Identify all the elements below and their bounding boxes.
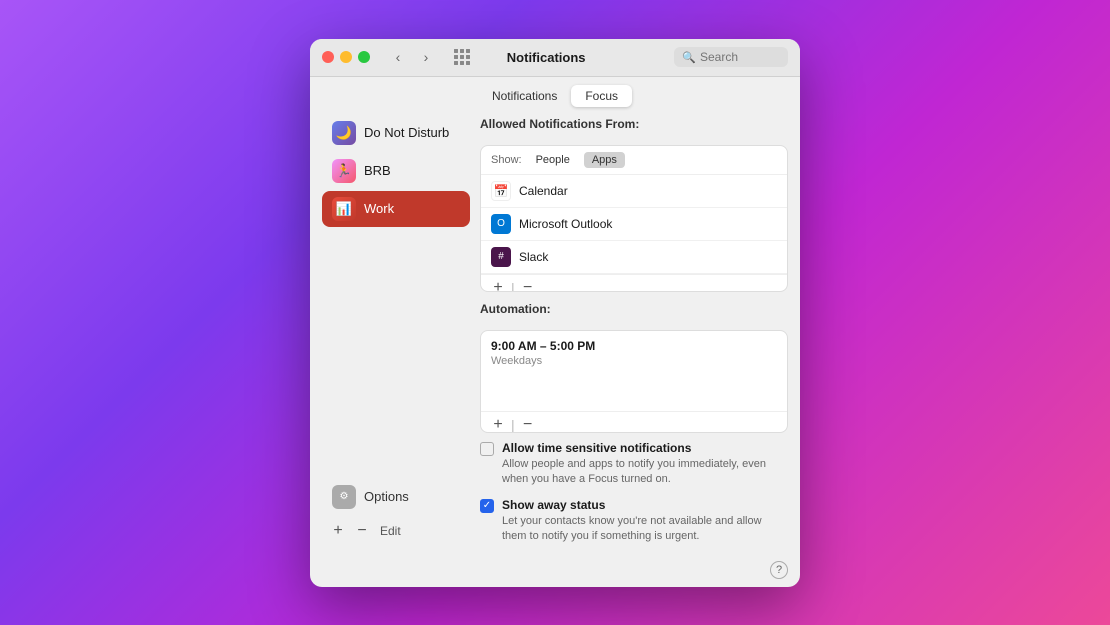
- allowed-title: Allowed Notifications From:: [480, 117, 639, 131]
- forward-button[interactable]: ›: [414, 45, 438, 69]
- help-button[interactable]: ?: [770, 561, 788, 579]
- checkbox-section: Allow time sensitive notifications Allow…: [480, 441, 788, 545]
- minimize-button[interactable]: [340, 51, 352, 63]
- time-sensitive-checkbox[interactable]: [480, 442, 494, 456]
- app-item-outlook: O Microsoft Outlook: [481, 208, 787, 241]
- right-panel: Allowed Notifications From: Show: People…: [480, 115, 788, 545]
- show-tab-people[interactable]: People: [528, 152, 578, 168]
- show-tab-apps[interactable]: Apps: [584, 152, 625, 168]
- automation-section: 9:00 AM – 5:00 PM Weekdays + | −: [480, 330, 788, 433]
- allowed-section: Show: People Apps 📅 Calendar O Microsoft…: [480, 145, 788, 293]
- sidebar-item-dnd-label: Do Not Disturb: [364, 125, 449, 140]
- work-icon: 📊: [332, 197, 356, 221]
- sidebar: 🌙 Do Not Disturb 🏃 BRB 📊 Work ⚙ Options …: [322, 115, 470, 545]
- back-button[interactable]: ‹: [386, 45, 410, 69]
- search-icon: 🔍: [682, 51, 696, 64]
- outlook-icon: O: [491, 214, 511, 234]
- show-bar: Show: People Apps: [481, 146, 787, 175]
- automation-header: Automation:: [480, 300, 788, 322]
- automation-title: Automation:: [480, 302, 551, 316]
- options-label: Options: [364, 489, 409, 504]
- traffic-lights: [322, 51, 370, 63]
- show-away-desc: Let your contacts know you're not availa…: [502, 514, 788, 545]
- window-title: Notifications: [486, 50, 606, 65]
- help-area: ?: [310, 557, 800, 587]
- allowed-header: Allowed Notifications From:: [480, 115, 788, 137]
- time-sensitive-text: Allow time sensitive notifications Allow…: [502, 441, 788, 488]
- sidebar-item-do-not-disturb[interactable]: 🌙 Do Not Disturb: [322, 115, 470, 151]
- automation-actions: + | −: [481, 411, 787, 433]
- list-divider: |: [511, 280, 515, 293]
- remove-automation-button[interactable]: −: [519, 416, 537, 433]
- show-away-text: Show away status Let your contacts know …: [502, 498, 788, 545]
- time-sensitive-title: Allow time sensitive notifications: [502, 441, 788, 455]
- show-label: Show:: [491, 154, 522, 166]
- remove-item-button[interactable]: −: [352, 521, 372, 541]
- search-input[interactable]: [700, 50, 780, 64]
- app-item-calendar: 📅 Calendar: [481, 175, 787, 208]
- dnd-icon: 🌙: [332, 121, 356, 145]
- titlebar: ‹ › Notifications 🔍: [310, 39, 800, 77]
- tab-bar: Notifications Focus: [310, 77, 800, 115]
- automation-divider: |: [511, 417, 515, 433]
- app-item-slack: # Slack: [481, 241, 787, 274]
- show-away-checkbox[interactable]: ✓: [480, 499, 494, 513]
- sidebar-item-brb-label: BRB: [364, 163, 391, 178]
- app-name-slack: Slack: [519, 250, 548, 264]
- main-window: ‹ › Notifications 🔍 Notifications Focus …: [310, 39, 800, 587]
- tab-notifications[interactable]: Notifications: [478, 85, 571, 107]
- sidebar-options[interactable]: ⚙ Options: [322, 479, 470, 515]
- nav-buttons: ‹ ›: [386, 45, 438, 69]
- time-sensitive-desc: Allow people and apps to notify you imme…: [502, 457, 788, 488]
- search-bar[interactable]: 🔍: [674, 47, 788, 67]
- automation-item[interactable]: 9:00 AM – 5:00 PM Weekdays: [481, 331, 787, 411]
- remove-app-button[interactable]: −: [519, 279, 537, 293]
- calendar-icon: 📅: [491, 181, 511, 201]
- options-icon: ⚙: [332, 485, 356, 509]
- checkbox-row-show-away: ✓ Show away status Let your contacts kno…: [480, 498, 788, 545]
- add-app-button[interactable]: +: [489, 279, 507, 293]
- add-item-button[interactable]: +: [328, 521, 348, 541]
- add-automation-button[interactable]: +: [489, 416, 507, 433]
- edit-button[interactable]: Edit: [376, 522, 405, 540]
- automation-days: Weekdays: [491, 355, 777, 367]
- app-name-calendar: Calendar: [519, 184, 568, 198]
- tab-focus[interactable]: Focus: [571, 85, 632, 107]
- app-name-outlook: Microsoft Outlook: [519, 217, 612, 231]
- close-button[interactable]: [322, 51, 334, 63]
- sidebar-item-work[interactable]: 📊 Work: [322, 191, 470, 227]
- sidebar-item-brb[interactable]: 🏃 BRB: [322, 153, 470, 189]
- show-away-title: Show away status: [502, 498, 788, 512]
- checkbox-row-time-sensitive: Allow time sensitive notifications Allow…: [480, 441, 788, 488]
- slack-icon: #: [491, 247, 511, 267]
- allowed-list-actions: + | −: [481, 274, 787, 293]
- automation-time: 9:00 AM – 5:00 PM: [491, 339, 777, 353]
- grid-icon[interactable]: [454, 49, 470, 65]
- sidebar-actions: + − Edit: [322, 517, 470, 545]
- sidebar-item-work-label: Work: [364, 201, 394, 216]
- maximize-button[interactable]: [358, 51, 370, 63]
- main-content: 🌙 Do Not Disturb 🏃 BRB 📊 Work ⚙ Options …: [310, 115, 800, 557]
- brb-icon: 🏃: [332, 159, 356, 183]
